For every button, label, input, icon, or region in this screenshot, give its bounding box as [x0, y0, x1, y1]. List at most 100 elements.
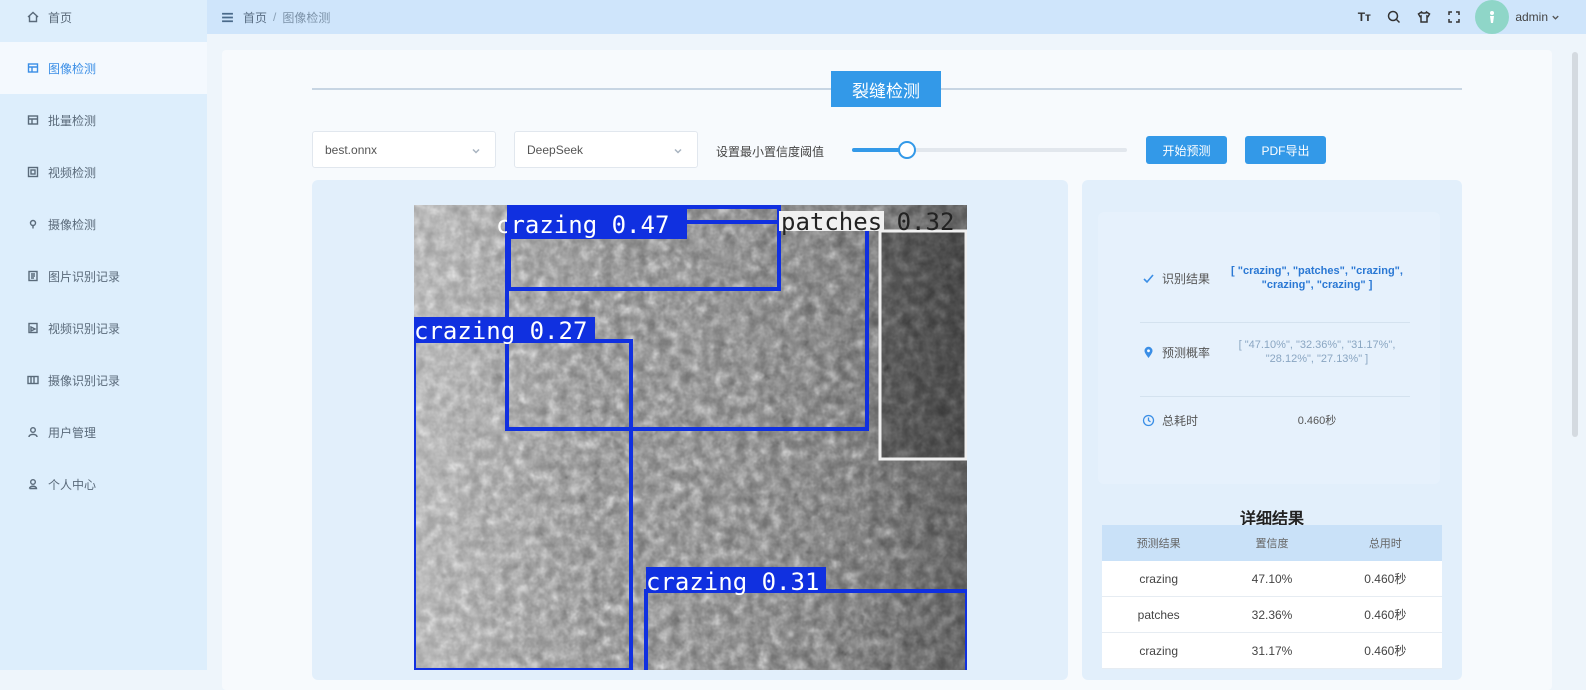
image-icon [26, 61, 40, 75]
sidebar-item-image-detect[interactable]: 图像检测 [0, 42, 207, 94]
threshold-slider-thumb[interactable] [898, 141, 916, 159]
username: admin [1515, 10, 1548, 24]
model-select-value: best.onnx [325, 142, 378, 157]
bbox-label-crazing-2: crazing 0.27 [414, 317, 587, 345]
user-menu[interactable]: admin [1515, 10, 1560, 24]
table-cell: patches [1137, 607, 1180, 622]
video-icon [26, 165, 40, 179]
top-header: 首页 / 图像检测 Tт admin [207, 0, 1586, 34]
profile-icon [26, 477, 40, 491]
detail-table-header: 预测结果 置信度 总用时 [1102, 525, 1442, 561]
chevron-down-icon [471, 145, 481, 155]
sidebar-item-label: 视频识别记录 [48, 321, 121, 336]
sidebar-item-video-detect[interactable]: 视频检测 [0, 146, 207, 198]
sidebar-item-profile[interactable]: 个人中心 [0, 458, 207, 510]
threshold-slider[interactable] [852, 141, 1127, 159]
sidebar-item-label: 个人中心 [48, 477, 97, 492]
summary-row-time: 总耗时 0.460秒 [1140, 412, 1410, 429]
fullscreen-button[interactable] [1439, 2, 1469, 32]
table-row[interactable]: crazing 47.10% 0.460秒 [1102, 561, 1442, 597]
detection-result-image: crazing 0.47 patches 0.32 crazing 0.27 c… [414, 205, 967, 670]
table-cell: 31.17% [1251, 643, 1293, 658]
sidebar-item-label: 摄像检测 [48, 217, 97, 232]
pdf-export-button[interactable]: PDF导出 [1245, 136, 1326, 164]
document-icon [26, 269, 40, 283]
sidebar-item-camera-records[interactable]: 摄像识别记录 [0, 354, 207, 406]
batch-icon [26, 113, 40, 127]
start-predict-button[interactable]: 开始预测 [1146, 136, 1227, 164]
summary-prob-value: [ "47.10%", "32.36%", "31.17%", "28.12%"… [1238, 339, 1396, 365]
patch-region [880, 231, 966, 459]
llm-select[interactable]: DeepSeek [514, 131, 698, 168]
summary-result-value: [ "crazing", "patches", "crazing", "craz… [1231, 265, 1403, 291]
breadcrumb-current: 图像检测 [282, 10, 331, 25]
menu-toggle-icon[interactable] [219, 9, 235, 25]
table-cell: 0.460秒 [1364, 572, 1407, 586]
page-scrollbar[interactable] [1572, 52, 1578, 437]
threshold-label: 设置最小置信度阈值 [716, 145, 825, 159]
sidebar-item-user-management[interactable]: 用户管理 [0, 406, 207, 458]
search-button[interactable] [1379, 2, 1409, 32]
summary-divider [1140, 322, 1410, 323]
camera-record-icon [26, 373, 40, 387]
column-header: 置信度 [1255, 538, 1289, 550]
sidebar-item-label: 摄像识别记录 [48, 373, 121, 388]
summary-divider [1140, 396, 1410, 397]
sidebar-item-label: 用户管理 [48, 425, 97, 440]
bbox-label-crazing-1: crazing 0.47 [496, 211, 669, 239]
summary-row-result: 识别结果 [ "crazing", "patches", "crazing", … [1140, 264, 1410, 292]
shirt-icon [1417, 10, 1431, 23]
sidebar-item-label: 图片识别记录 [48, 269, 121, 284]
camera-icon [26, 217, 40, 231]
summary-time-label: 总耗时 [1162, 414, 1199, 428]
summary-time-value: 0.460秒 [1297, 414, 1337, 427]
avatar[interactable] [1475, 0, 1510, 34]
sidebar-item-camera-detect[interactable]: 摄像检测 [0, 198, 207, 250]
breadcrumb: 首页 / 图像检测 [243, 9, 330, 26]
breadcrumb-separator: / [273, 10, 277, 24]
theme-button[interactable] [1409, 2, 1439, 32]
sidebar-item-label: 首页 [48, 10, 73, 25]
table-cell: crazing [1139, 571, 1178, 586]
llm-select-value: DeepSeek [527, 142, 584, 157]
sidebar-item-label: 图像检测 [48, 61, 97, 76]
home-icon [26, 10, 40, 24]
column-header: 预测结果 [1136, 538, 1181, 550]
summary-result-label: 识别结果 [1162, 271, 1211, 286]
page-title: 裂缝检测 [831, 71, 941, 107]
table-cell: 47.10% [1251, 571, 1293, 586]
bbox-label-patches: patches 0.32 [781, 208, 954, 236]
fullscreen-icon [1448, 11, 1461, 23]
table-cell: crazing [1139, 643, 1178, 658]
table-cell: 0.460秒 [1364, 644, 1407, 658]
check-icon [1140, 270, 1156, 286]
summary-row-probability: 预测概率 [ "47.10%", "32.36%", "31.17%", "28… [1140, 338, 1410, 366]
sidebar: 首页 图像检测 批量检测 视频检测 摄像检测 图片识别记录 视频识别记录 摄像识… [0, 0, 207, 670]
sidebar-item-image-records[interactable]: 图片识别记录 [0, 250, 207, 302]
font-size-button[interactable]: Tт [1349, 2, 1379, 32]
table-cell: 0.460秒 [1364, 608, 1407, 622]
summary-prob-label: 预测概率 [1162, 345, 1211, 360]
column-header: 总用时 [1368, 538, 1402, 550]
font-size-icon: Tт [1357, 10, 1371, 24]
table-row[interactable]: patches 32.36% 0.460秒 [1102, 597, 1442, 633]
avatar-figure-icon [1490, 11, 1495, 23]
breadcrumb-home[interactable]: 首页 [243, 9, 267, 26]
sidebar-item-batch-detect[interactable]: 批量检测 [0, 94, 207, 146]
sidebar-item-home[interactable]: 首页 [0, 0, 207, 34]
clock-icon [1140, 413, 1156, 429]
user-icon [26, 425, 40, 439]
model-select[interactable]: best.onnx [312, 131, 496, 168]
chevron-down-icon [673, 145, 683, 155]
detection-overlay: crazing 0.47 patches 0.32 crazing 0.27 c… [414, 205, 967, 670]
sidebar-item-video-records[interactable]: 视频识别记录 [0, 302, 207, 354]
sidebar-item-label: 视频检测 [48, 165, 97, 180]
chevron-down-icon [1552, 15, 1559, 20]
location-pin-icon [1140, 344, 1156, 360]
search-icon [1388, 10, 1401, 24]
table-row[interactable]: crazing 31.17% 0.460秒 [1102, 633, 1442, 669]
sidebar-item-label: 批量检测 [48, 113, 97, 128]
header-tools: Tт admin [1349, 0, 1580, 34]
bbox-label-crazing-3: crazing 0.31 [646, 568, 819, 596]
table-cell: 32.36% [1251, 607, 1293, 622]
